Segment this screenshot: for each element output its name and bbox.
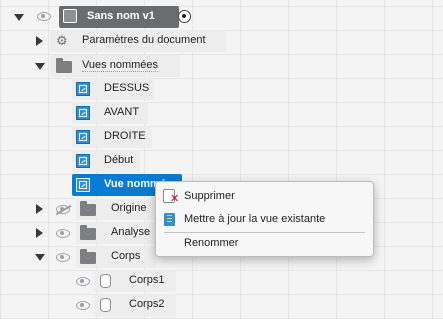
menu-item-label: Mettre à jour la vue existante	[184, 213, 326, 225]
body-icon	[100, 298, 111, 312]
visibility-eye-icon[interactable]	[76, 301, 90, 310]
tree-item-named-views[interactable]: Vues nommées	[32, 55, 180, 77]
body-chip[interactable]: Corps1	[94, 270, 176, 292]
tree-item-origin[interactable]: Origine	[32, 198, 156, 220]
named-views-chip[interactable]: Vues nommées	[50, 55, 180, 77]
named-view-label: Début	[104, 154, 134, 166]
hidden-eye-icon[interactable]	[56, 205, 70, 214]
origin-label: Origine	[111, 202, 147, 214]
body-label: Corps1	[129, 274, 165, 286]
bodies-label: Corps	[111, 250, 141, 262]
root-label: Sans nom v1	[87, 10, 155, 22]
tree-item-document-settings[interactable]: ⚙ Paramètres du document	[32, 30, 226, 52]
analysis-label: Analyse	[111, 226, 151, 238]
tree-root-row[interactable]: Sans nom v1	[12, 6, 198, 28]
update-view-icon	[164, 213, 175, 226]
origin-chip[interactable]: Origine	[76, 198, 156, 220]
body-item[interactable]: Corps1	[72, 270, 176, 292]
visibility-eye-icon[interactable]	[37, 12, 51, 21]
body-item[interactable]: Corps2	[72, 294, 176, 316]
menu-item-update-view[interactable]: Mettre à jour la vue existante	[156, 209, 373, 231]
folder-icon	[80, 225, 96, 240]
component-icon	[63, 9, 77, 23]
body-chip[interactable]: Corps2	[94, 294, 176, 316]
body-label: Corps2	[129, 298, 165, 310]
expand-triangle-icon[interactable]	[36, 228, 43, 238]
tree-item-analysis[interactable]: Analyse	[32, 222, 156, 244]
named-view-label: DESSUS	[104, 82, 150, 94]
named-view-item[interactable]: DESSUS	[72, 78, 154, 100]
named-view-label: DROITE	[104, 130, 146, 142]
named-view-icon	[76, 82, 90, 96]
bodies-chip[interactable]: Corps	[76, 246, 156, 268]
visibility-eye-icon[interactable]	[56, 229, 70, 238]
activate-radio-icon[interactable]	[178, 10, 191, 23]
collapse-triangle-icon[interactable]	[14, 14, 24, 21]
menu-item-label: Renommer	[184, 237, 239, 249]
named-view-icon	[76, 130, 90, 144]
named-view-item[interactable]: DROITE	[72, 126, 152, 148]
document-settings-chip[interactable]: ⚙ Paramètres du document	[50, 30, 226, 52]
menu-item-label: Supprimer	[184, 190, 235, 202]
folder-icon	[56, 58, 72, 73]
expand-triangle-icon[interactable]	[36, 36, 43, 46]
named-view-item[interactable]: Début	[72, 150, 140, 172]
context-menu: ✕ Supprimer Mettre à jour la vue existan…	[155, 181, 374, 257]
folder-icon	[80, 249, 96, 264]
named-view-icon	[76, 106, 90, 120]
gear-icon: ⚙	[56, 33, 68, 48]
tree-item-bodies[interactable]: Corps	[32, 246, 156, 268]
document-settings-label: Paramètres du document	[82, 34, 206, 46]
expand-triangle-icon[interactable]	[36, 204, 43, 214]
collapse-triangle-icon[interactable]	[35, 63, 45, 70]
collapse-triangle-icon[interactable]	[35, 254, 45, 261]
named-view-icon	[76, 154, 90, 168]
root-chip[interactable]: Sans nom v1	[59, 6, 179, 28]
menu-item-delete[interactable]: ✕ Supprimer	[156, 186, 373, 208]
menu-item-rename[interactable]: Renommer	[156, 233, 373, 255]
named-view-item[interactable]: AVANT	[72, 102, 148, 124]
delete-x-icon: ✕	[170, 193, 180, 205]
named-view-icon	[76, 178, 90, 192]
named-view-label: AVANT	[104, 106, 140, 118]
folder-icon	[80, 201, 96, 216]
visibility-eye-icon[interactable]	[56, 253, 70, 262]
analysis-chip[interactable]: Analyse	[76, 222, 156, 244]
visibility-eye-icon[interactable]	[76, 277, 90, 286]
named-views-label: Vues nommées	[82, 59, 159, 72]
body-icon	[100, 274, 111, 288]
